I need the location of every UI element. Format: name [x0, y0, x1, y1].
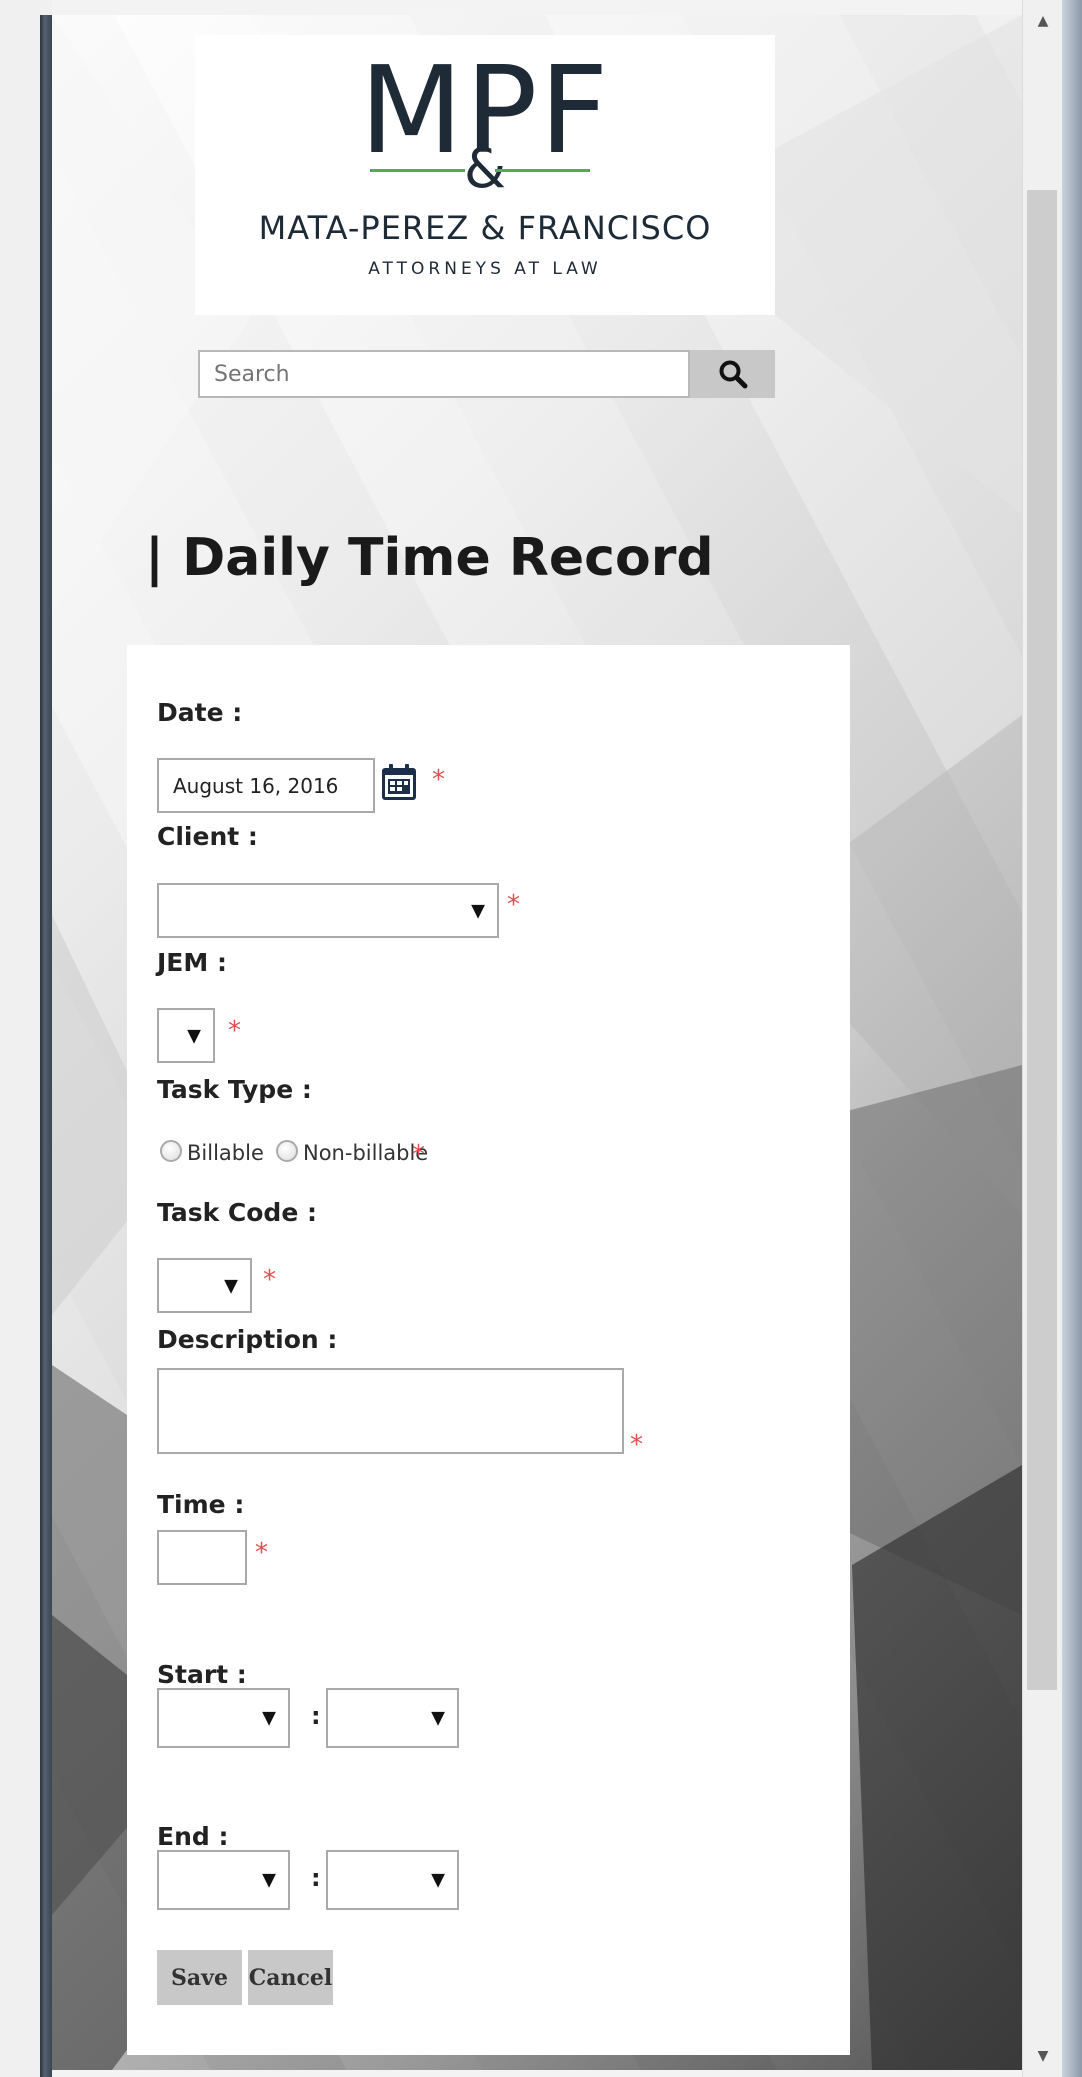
scroll-up-arrow-icon[interactable]: ▲ — [1023, 6, 1063, 36]
start-minute-select[interactable]: ▼ — [326, 1688, 459, 1748]
start-hour-select[interactable]: ▼ — [157, 1688, 290, 1748]
calendar-icon[interactable] — [380, 762, 418, 806]
window-frame-left — [40, 15, 52, 2077]
start-label: Start : — [157, 1660, 247, 1689]
jem-select[interactable]: ▼ — [157, 1008, 215, 1063]
client-label: Client : — [157, 822, 258, 851]
logo-firm-name: MATA-PEREZ & FRANCISCO — [258, 209, 712, 247]
client-select[interactable]: ▼ — [157, 883, 499, 938]
search-bar — [198, 350, 778, 402]
description-label: Description : — [157, 1325, 338, 1354]
non-billable-radio[interactable] — [276, 1140, 298, 1162]
chevron-down-icon: ▼ — [471, 900, 485, 921]
chevron-down-icon: ▼ — [187, 1025, 201, 1046]
jem-required-mark: * — [228, 1016, 241, 1046]
description-required-mark: * — [630, 1430, 643, 1460]
task-type-label: Task Type : — [157, 1075, 312, 1104]
date-required-mark: * — [432, 765, 445, 795]
non-billable-radio-label: Non-billable — [303, 1141, 429, 1165]
vertical-scrollbar[interactable]: ▲ ▼ — [1022, 0, 1063, 2077]
billable-radio[interactable] — [160, 1140, 182, 1162]
description-textarea[interactable] — [157, 1368, 624, 1454]
billable-radio-label: Billable — [187, 1141, 264, 1165]
end-minute-select[interactable]: ▼ — [326, 1850, 459, 1910]
chevron-down-icon: ▼ — [431, 1707, 445, 1729]
logo-subtitle: ATTORNEYS AT LAW — [368, 259, 602, 279]
end-label: End : — [157, 1822, 229, 1851]
task-code-required-mark: * — [263, 1265, 276, 1295]
scrollbar-thumb[interactable] — [1027, 190, 1057, 1690]
jem-label: JEM : — [157, 948, 227, 977]
chevron-down-icon: ▼ — [262, 1707, 276, 1729]
page-title: | Daily Time Record — [145, 528, 714, 588]
window-frame-right — [1062, 0, 1082, 2077]
time-label: Time : — [157, 1490, 245, 1519]
start-time-separator: : — [311, 1702, 321, 1730]
task-code-select[interactable]: ▼ — [157, 1258, 252, 1313]
time-field[interactable] — [157, 1530, 247, 1585]
logo-line-right — [495, 169, 590, 172]
logo-line-left — [370, 169, 465, 172]
search-input[interactable] — [198, 350, 690, 398]
end-hour-select[interactable]: ▼ — [157, 1850, 290, 1910]
scroll-down-arrow-icon[interactable]: ▼ — [1023, 2041, 1063, 2071]
chevron-down-icon: ▼ — [224, 1275, 238, 1296]
logo-ampersand-row: & — [195, 142, 775, 196]
chevron-down-icon: ▼ — [262, 1869, 276, 1891]
client-required-mark: * — [507, 890, 520, 920]
time-required-mark: * — [255, 1538, 268, 1568]
search-icon — [719, 360, 747, 389]
task-type-required-mark: * — [412, 1140, 425, 1170]
date-field[interactable]: August 16, 2016 — [157, 758, 375, 813]
cancel-button[interactable]: Cancel — [248, 1950, 333, 2005]
save-button[interactable]: Save — [157, 1950, 242, 2005]
date-label: Date : — [157, 698, 243, 727]
search-button[interactable] — [690, 350, 775, 398]
chevron-down-icon: ▼ — [431, 1869, 445, 1891]
end-time-separator: : — [311, 1864, 321, 1892]
firm-logo: MPF & MATA-PEREZ & FRANCISCO ATTORNEYS A… — [195, 35, 775, 315]
task-code-label: Task Code : — [157, 1198, 317, 1227]
